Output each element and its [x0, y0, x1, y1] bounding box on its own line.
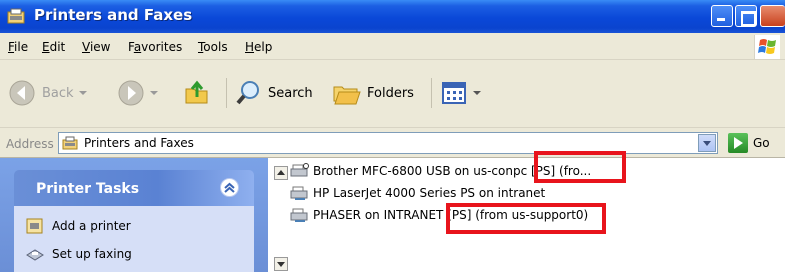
menu-tools[interactable]: Tools — [198, 40, 228, 54]
go-arrow-icon[interactable] — [728, 133, 748, 153]
views-icon — [442, 82, 466, 104]
printer-list-pane: Brother MFC-6800 USB on us-conpc [PS] (f… — [268, 151, 785, 272]
printer-tasks-header[interactable]: Printer Tasks — [14, 170, 254, 206]
toolbar-divider — [431, 78, 432, 108]
menu-help[interactable]: Help — [245, 40, 272, 54]
toolbar: Back Search Folders — [0, 60, 785, 128]
menu-view[interactable]: View — [82, 40, 110, 54]
chevron-down-icon — [150, 91, 158, 95]
forward-arrow-icon — [118, 80, 144, 106]
search-button[interactable]: Search — [234, 76, 313, 110]
menu-edit[interactable]: Edit — [42, 40, 65, 54]
views-button[interactable] — [442, 76, 481, 110]
printer-tasks-list: Add a printer Set up faxing — [14, 206, 254, 272]
printer-icon — [290, 186, 308, 200]
search-icon — [236, 81, 259, 105]
folders-icon — [333, 86, 361, 105]
add-printer-icon — [26, 218, 43, 234]
minimize-button[interactable] — [711, 5, 733, 27]
printer-folder-icon — [62, 136, 78, 150]
back-button[interactable]: Back — [8, 76, 87, 110]
forward-button[interactable] — [117, 76, 158, 110]
task-pane: Printer Tasks Add a printer Set up faxin… — [0, 158, 268, 272]
up-folder-icon — [185, 80, 208, 104]
go-button[interactable]: Go — [753, 136, 770, 150]
maximize-button[interactable] — [735, 5, 757, 27]
setup-faxing-link[interactable]: Set up faxing — [26, 246, 132, 262]
printer-icon — [290, 208, 308, 222]
up-folder-button[interactable] — [183, 76, 211, 110]
menu-favorites[interactable]: Favorites — [128, 40, 182, 54]
address-value: Printers and Faxes — [84, 136, 194, 150]
scroll-up-button[interactable] — [274, 166, 288, 180]
chevron-down-icon — [78, 91, 87, 95]
address-label: Address — [6, 137, 54, 151]
printer-name: HP LaserJet 4000 Series PS on intranet — [313, 186, 546, 200]
highlight-box — [446, 203, 606, 234]
add-printer-link[interactable]: Add a printer — [26, 218, 131, 234]
scroll-down-button[interactable] — [274, 257, 288, 271]
printer-folder-icon — [7, 8, 25, 24]
windows-logo-icon — [754, 35, 780, 59]
folders-button[interactable]: Folders — [331, 76, 414, 110]
address-bar: Address Printers and Faxes Go — [0, 128, 785, 158]
address-dropdown-button[interactable] — [698, 134, 716, 152]
printer-tasks-title: Printer Tasks — [36, 181, 140, 197]
printer-icon — [290, 163, 309, 177]
fax-icon — [26, 249, 44, 261]
title-bar: Printers and Faxes — [0, 0, 785, 33]
highlight-box — [534, 151, 626, 183]
window-title: Printers and Faxes — [34, 6, 193, 24]
toolbar-divider — [226, 78, 227, 108]
chevron-down-icon — [473, 91, 481, 95]
menu-bar: File Edit View Favorites Tools Help — [0, 33, 785, 60]
back-arrow-icon — [9, 80, 35, 106]
printer-item-hp[interactable]: HP LaserJet 4000 Series PS on intranet — [290, 184, 545, 202]
close-button[interactable] — [760, 5, 785, 27]
collapse-chevron-icon[interactable] — [220, 178, 239, 197]
menu-file[interactable]: File — [8, 40, 28, 54]
